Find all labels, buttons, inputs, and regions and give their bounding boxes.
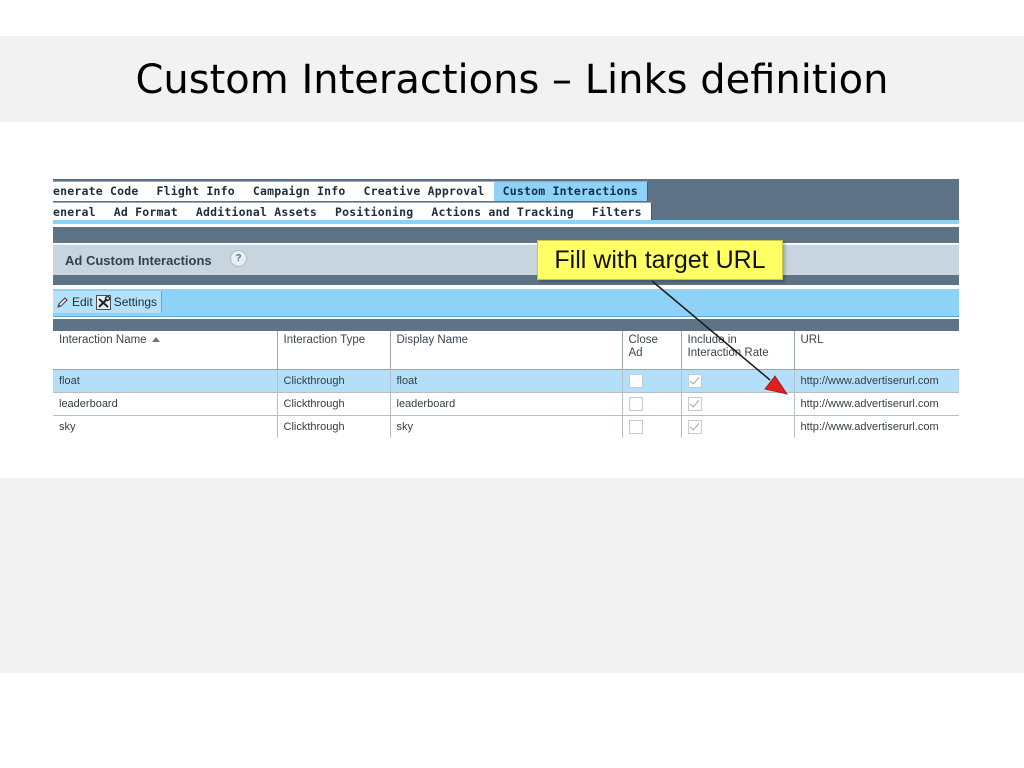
tab-ad-format[interactable]: Ad Format: [104, 202, 188, 222]
col-header-url[interactable]: URL: [794, 331, 959, 370]
tab-filters[interactable]: Filters: [582, 202, 652, 222]
edit-button[interactable]: Edit: [56, 295, 93, 309]
tab-actions-and-tracking[interactable]: Actions and Tracking: [422, 202, 584, 222]
cell-url[interactable]: http://www.advertiserurl.com: [794, 415, 959, 438]
tools-icon: [95, 294, 111, 310]
include-rate-checkbox[interactable]: [687, 374, 702, 388]
tab-creative-approval[interactable]: Creative Approval: [354, 181, 495, 201]
header-spacer: [53, 227, 959, 243]
table-row[interactable]: float Clickthrough float http://www.adve…: [53, 369, 959, 393]
cell-close-ad: [622, 392, 682, 416]
include-rate-checkbox[interactable]: [687, 397, 702, 411]
col-header-include-rate-line1: Include in: [687, 334, 737, 346]
col-header-interaction-type[interactable]: Interaction Type: [277, 331, 391, 370]
pencil-icon: [57, 296, 68, 308]
annotation-callout: Fill with target URL: [537, 240, 783, 280]
bottom-band: [0, 478, 1024, 673]
table-row[interactable]: sky Clickthrough sky http://www.advertis…: [53, 415, 959, 438]
grid-top-strip: [53, 319, 959, 331]
settings-button-label: Settings: [113, 295, 158, 309]
close-ad-checkbox[interactable]: [628, 374, 643, 388]
cell-url[interactable]: http://www.advertiserurl.com: [794, 392, 959, 416]
tab-underline: [53, 220, 959, 224]
cell-include-rate: [681, 392, 795, 416]
grid-header-row: Interaction Name Interaction Type Displa…: [53, 331, 959, 370]
table-row[interactable]: leaderboard Clickthrough leaderboard htt…: [53, 392, 959, 416]
app-screenshot: enerate Code Flight Info Campaign Info C…: [53, 179, 959, 438]
cell-url[interactable]: http://www.advertiserurl.com: [794, 369, 959, 393]
col-header-display-name[interactable]: Display Name: [390, 331, 623, 370]
cell-interaction-name: leaderboard: [53, 392, 278, 416]
tab-additional-assets[interactable]: Additional Assets: [186, 202, 327, 222]
section-divider: [53, 275, 959, 285]
grid-toolbar: Edit Settings: [53, 289, 959, 317]
include-rate-checkbox[interactable]: [687, 420, 702, 434]
col-header-include-rate[interactable]: Include in Interaction Rate: [681, 331, 795, 370]
tab-positioning[interactable]: Positioning: [325, 202, 424, 222]
tab-row-2: eneral Ad Format Additional Assets Posit…: [53, 202, 652, 222]
close-ad-checkbox[interactable]: [628, 397, 643, 411]
cell-display-name: leaderboard: [390, 392, 623, 416]
custom-interactions-grid: Interaction Name Interaction Type Displa…: [53, 331, 959, 438]
cell-display-name: sky: [390, 415, 623, 438]
cell-include-rate: [681, 415, 795, 438]
cell-include-rate: [681, 369, 795, 393]
edit-button-label: Edit: [72, 295, 93, 309]
cell-display-name: float: [390, 369, 623, 393]
col-header-interaction-name[interactable]: Interaction Name: [53, 331, 278, 370]
col-header-close-ad-line2: Ad: [628, 347, 643, 359]
cell-interaction-name: sky: [53, 415, 278, 438]
col-header-close-ad-line1: Close: [628, 334, 658, 346]
tab-flight-info[interactable]: Flight Info: [147, 181, 245, 201]
tab-general[interactable]: eneral: [53, 202, 106, 222]
tab-row-1: enerate Code Flight Info Campaign Info C…: [53, 181, 648, 201]
toolbar-group: Edit Settings: [53, 291, 163, 313]
tab-campaign-info[interactable]: Campaign Info: [243, 181, 356, 201]
close-ad-checkbox[interactable]: [628, 420, 643, 434]
cell-interaction-type: Clickthrough: [277, 415, 391, 438]
tab-custom-interactions[interactable]: Custom Interactions: [493, 181, 648, 201]
cell-close-ad: [622, 369, 682, 393]
col-header-close-ad[interactable]: Close Ad: [622, 331, 682, 370]
cell-interaction-type: Clickthrough: [277, 392, 391, 416]
tab-generate-code[interactable]: enerate Code: [53, 181, 149, 201]
section-title: Ad Custom Interactions: [65, 253, 212, 268]
slide-title: Custom Interactions – Links definition: [135, 57, 889, 103]
cell-interaction-type: Clickthrough: [277, 369, 391, 393]
cell-interaction-name: float: [53, 369, 278, 393]
settings-button[interactable]: Settings: [95, 294, 158, 310]
tab-bar: enerate Code Flight Info Campaign Info C…: [53, 179, 959, 224]
col-header-interaction-name-label: Interaction Name: [59, 334, 147, 346]
section-header: Ad Custom Interactions ?: [53, 244, 959, 276]
help-icon[interactable]: ?: [230, 250, 247, 267]
col-header-include-rate-line2: Interaction Rate: [687, 347, 769, 359]
cell-close-ad: [622, 415, 682, 438]
sort-ascending-icon: [151, 337, 160, 343]
